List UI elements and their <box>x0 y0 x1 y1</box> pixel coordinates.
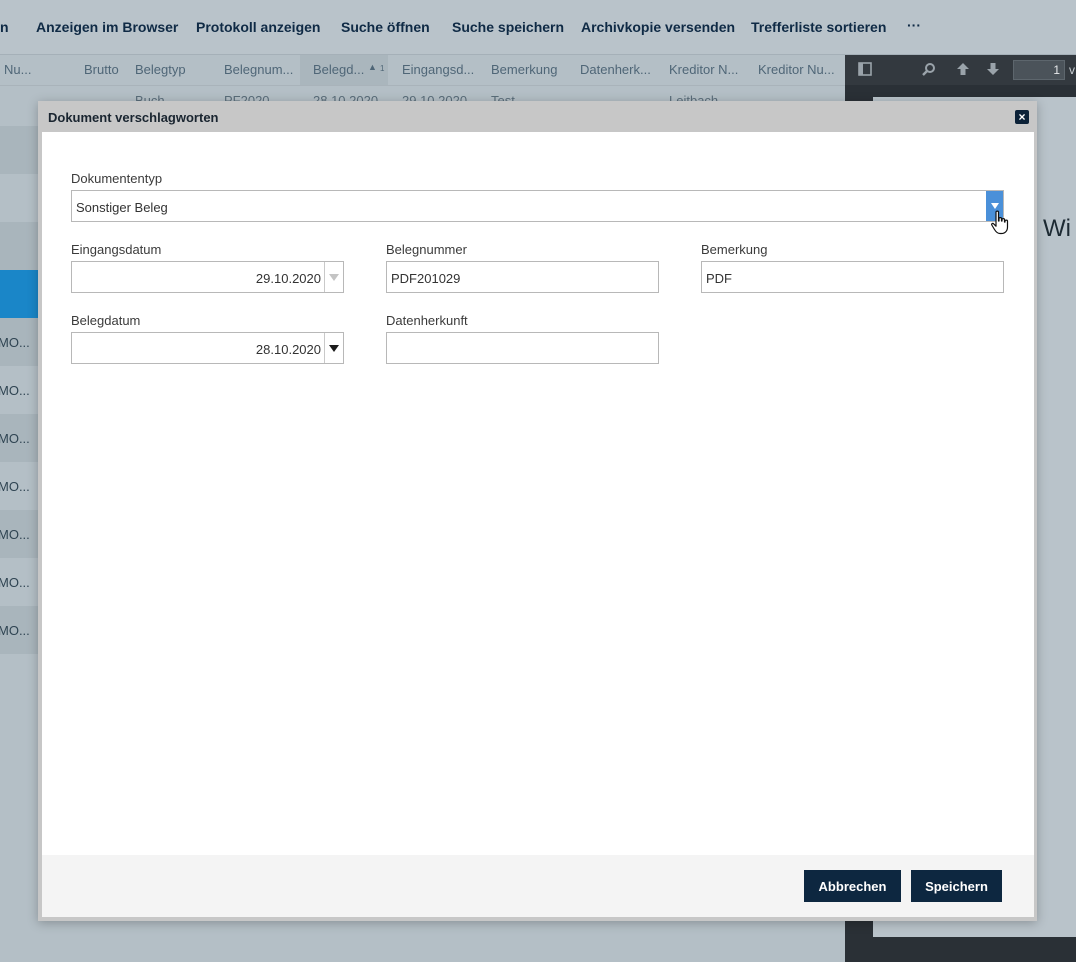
chevron-down-icon <box>990 203 999 209</box>
row-cell: MO... <box>0 574 30 590</box>
toolbar-item-partial[interactable]: n <box>0 19 9 35</box>
row-cell: MO... <box>0 382 30 398</box>
column-header-kreditor-nummer[interactable]: Kreditor Nu... <box>758 62 835 77</box>
table-row-selected[interactable] <box>0 270 38 318</box>
dialog-body: Dokumententyp Sonstiger Beleg Eingangsda… <box>42 132 1034 855</box>
table-row[interactable]: MO... <box>0 462 38 510</box>
sort-ascending-icon: ▲ <box>368 62 377 72</box>
belegnummer-value: PDF201029 <box>391 271 461 286</box>
table-row[interactable] <box>0 126 38 174</box>
page-number-input[interactable]: 1 <box>1013 60 1065 80</box>
row-cell: MO... <box>0 478 30 494</box>
document-page-text: Wi <box>1043 215 1071 242</box>
table-row[interactable]: MO... <box>0 558 38 606</box>
sidebar-toggle-icon[interactable] <box>858 62 872 80</box>
belegdatum-field[interactable]: 28.10.2020 <box>71 332 344 364</box>
toolbar-item-protokoll-anzeigen[interactable]: Protokoll anzeigen <box>196 19 320 35</box>
dokumententyp-label: Dokumententyp <box>71 171 163 186</box>
datenherkunft-label: Datenherkunft <box>386 313 468 328</box>
belegdatum-label: Belegdatum <box>71 313 141 328</box>
table-row[interactable]: MO... <box>0 366 38 414</box>
bemerkung-field[interactable]: PDF <box>701 261 1004 293</box>
arrow-down-icon[interactable] <box>986 62 1000 80</box>
column-header-belegdatum-label: Belegd... <box>313 62 365 77</box>
sort-index: 1 <box>380 64 385 73</box>
toolbar: n Anzeigen im Browser Protokoll anzeigen… <box>0 0 1076 55</box>
chevron-down-icon <box>329 344 339 352</box>
bemerkung-value: PDF <box>706 271 732 286</box>
toolbar-item-anzeigen-im-browser[interactable]: Anzeigen im Browser <box>36 19 178 35</box>
row-cell: MO... <box>0 526 30 542</box>
column-header-datenherkunft[interactable]: Datenherk... <box>580 62 651 77</box>
arrow-up-icon[interactable] <box>956 62 970 80</box>
row-cell: MO... <box>0 622 30 638</box>
bemerkung-label: Bemerkung <box>701 242 768 257</box>
dokumententyp-value: Sonstiger Beleg <box>76 200 168 215</box>
page-count-label: v <box>1069 63 1075 77</box>
belegdatum-dropdown-button[interactable] <box>324 333 343 363</box>
column-header-kreditor-name[interactable]: Kreditor N... <box>669 62 738 77</box>
column-header-belegtyp[interactable]: Belegtyp <box>135 62 186 77</box>
row-cell: MO... <box>0 430 30 446</box>
grid-header: Nu... Brutto Belegtyp Belegnum... Belegd… <box>0 55 845 86</box>
table-row[interactable]: MO... <box>0 606 38 654</box>
table-row[interactable]: MO... <box>0 318 38 366</box>
column-header-bemerkung[interactable]: Bemerkung <box>491 62 557 77</box>
datenherkunft-field[interactable] <box>386 332 659 364</box>
dialog-title: Dokument verschlagworten <box>48 110 219 125</box>
row-cell: MO... <box>0 334 30 350</box>
belegnummer-label: Belegnummer <box>386 242 467 257</box>
column-header-eingangsdatum[interactable]: Eingangsd... <box>402 62 474 77</box>
column-header-nummer[interactable]: Nu... <box>4 62 31 77</box>
table-row[interactable] <box>0 174 38 222</box>
tagging-dialog: Dokument verschlagworten × Dokumententyp… <box>38 101 1037 921</box>
eingangsdatum-label: Eingangsdatum <box>71 242 162 257</box>
column-header-belegnummer[interactable]: Belegnum... <box>224 62 293 77</box>
close-icon[interactable]: × <box>1015 110 1029 124</box>
save-button[interactable]: Speichern <box>911 870 1002 902</box>
dokumententyp-select[interactable]: Sonstiger Beleg <box>71 190 1004 222</box>
dialog-footer: Abbrechen Speichern <box>42 855 1034 917</box>
column-header-belegdatum[interactable]: Belegd... ▲ 1 <box>300 55 388 85</box>
chevron-down-icon <box>329 273 339 281</box>
toolbar-item-suche-oeffnen[interactable]: Suche öffnen <box>341 19 430 35</box>
table-row[interactable]: MO... <box>0 414 38 462</box>
toolbar-item-archivkopie-versenden[interactable]: Archivkopie versenden <box>581 19 735 35</box>
column-header-brutto[interactable]: Brutto <box>84 62 119 77</box>
belegnummer-field[interactable]: PDF201029 <box>386 261 659 293</box>
eingangsdatum-field[interactable]: 29.10.2020 <box>71 261 344 293</box>
eingangsdatum-value: 29.10.2020 <box>255 271 321 286</box>
cancel-button[interactable]: Abbrechen <box>804 870 901 902</box>
toolbar-item-trefferliste-sortieren[interactable]: Trefferliste sortieren <box>751 19 886 35</box>
more-icon[interactable]: ··· <box>907 17 921 33</box>
toolbar-item-suche-speichern[interactable]: Suche speichern <box>452 19 564 35</box>
eingangsdatum-dropdown-button[interactable] <box>324 262 343 292</box>
hand-cursor-icon <box>991 210 1009 235</box>
table-row[interactable]: MO... <box>0 510 38 558</box>
table-row[interactable] <box>0 222 38 270</box>
viewer-toolbar: 1 v <box>845 55 1076 85</box>
belegdatum-value: 28.10.2020 <box>255 342 321 357</box>
search-icon[interactable] <box>922 62 936 80</box>
dialog-title-bar: Dokument verschlagworten × <box>38 101 1037 132</box>
